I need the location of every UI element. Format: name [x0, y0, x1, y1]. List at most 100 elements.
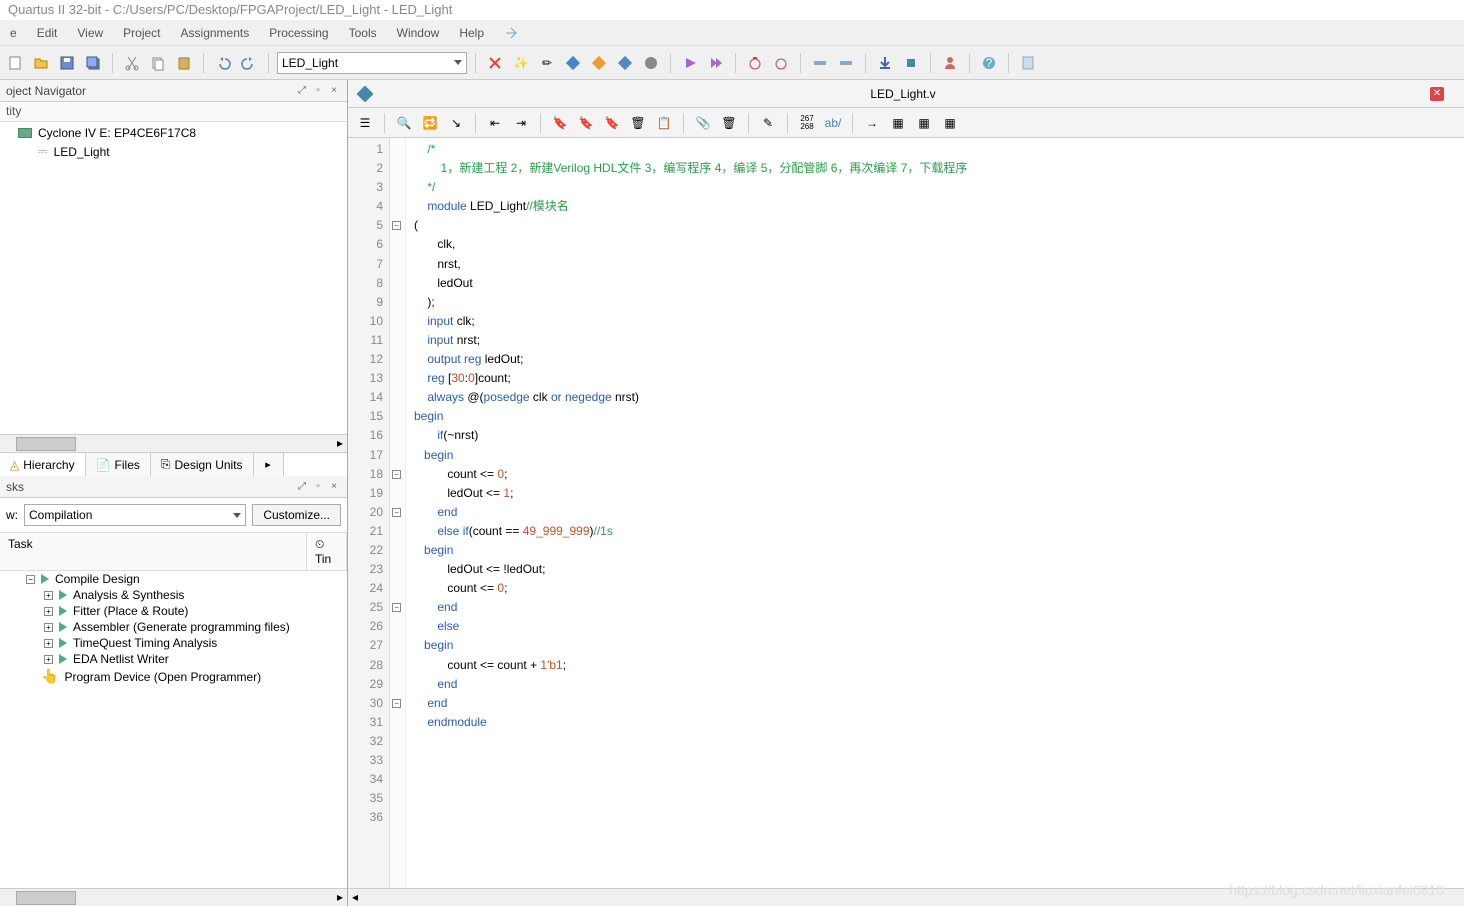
task-row[interactable]: + Fitter (Place & Route) — [0, 603, 347, 619]
find-replace-icon[interactable]: 🔁 — [419, 112, 441, 134]
pin-icon[interactable] — [809, 52, 831, 74]
help-extra-icon[interactable] — [496, 22, 526, 44]
person-icon[interactable] — [939, 52, 961, 74]
syntax-icon[interactable]: ab/ — [822, 112, 844, 134]
list-icon[interactable]: ☰ — [354, 112, 376, 134]
run-icon[interactable] — [679, 52, 701, 74]
block2-icon[interactable]: ▦ — [913, 112, 935, 134]
expand-icon[interactable]: + — [44, 607, 53, 616]
expand-icon[interactable]: − — [26, 575, 35, 584]
expand-icon[interactable]: + — [44, 639, 53, 648]
close-document-icon[interactable]: ✕ — [1430, 87, 1444, 101]
close-panel-icon[interactable]: × — [327, 84, 341, 98]
line-number-icon[interactable]: 267268 — [796, 112, 818, 134]
bookmark-icon[interactable]: 🔖 — [549, 112, 571, 134]
menu-view[interactable]: View — [69, 22, 111, 44]
undo-icon[interactable] — [212, 52, 234, 74]
analyze-icon[interactable] — [588, 52, 610, 74]
task-label: Assembler (Generate programming files) — [73, 620, 290, 634]
fold-toggle-icon[interactable]: − — [392, 603, 401, 612]
minimize-panel-icon[interactable]: ▫ — [311, 84, 325, 98]
pin2-icon[interactable] — [835, 52, 857, 74]
attach-icon[interactable]: 📎 — [692, 112, 714, 134]
pin-panel-icon[interactable]: ⤢ — [295, 480, 309, 494]
minimize-panel-icon[interactable]: ▫ — [311, 480, 325, 494]
edit-mode-icon[interactable]: ✎ — [757, 112, 779, 134]
save-icon[interactable] — [56, 52, 78, 74]
menu-processing[interactable]: Processing — [261, 22, 336, 44]
horizontal-scrollbar[interactable]: ▸ — [0, 888, 347, 906]
outdent-icon[interactable]: ⇤ — [484, 112, 506, 134]
fold-toggle-icon[interactable]: − — [392, 221, 401, 230]
design-units-tab[interactable]: ⎘Design Units — [151, 453, 254, 476]
help-icon[interactable]: ? — [978, 52, 1000, 74]
new-file-icon[interactable] — [4, 52, 26, 74]
device-node[interactable]: Cyclone IV E: EP4CE6F17C8 — [0, 124, 347, 142]
menu-project[interactable]: Project — [115, 22, 168, 44]
goto-icon[interactable]: ↘ — [445, 112, 467, 134]
expand-icon[interactable]: + — [44, 591, 53, 600]
bookmark-list-icon[interactable]: 📋 — [653, 112, 675, 134]
task-row[interactable]: −Compile Design — [0, 571, 347, 587]
entity-combo[interactable]: LED_Light — [277, 52, 467, 74]
code-content[interactable]: /* 1，新建工程 2，新建Verilog HDL文件 3，编写程序 4，编译 … — [406, 138, 1464, 888]
wand-icon[interactable]: ✨ — [510, 52, 532, 74]
hierarchy-tab[interactable]: ◬Hierarchy — [0, 453, 86, 476]
cut-icon[interactable] — [121, 52, 143, 74]
trash-icon[interactable]: 🗑 — [718, 112, 740, 134]
fit-icon[interactable] — [614, 52, 636, 74]
fold-toggle-icon[interactable]: − — [392, 699, 401, 708]
task-row[interactable]: + Assembler (Generate programming files) — [0, 619, 347, 635]
save-all-icon[interactable] — [82, 52, 104, 74]
block1-icon[interactable]: ▦ — [887, 112, 909, 134]
download-icon[interactable] — [874, 52, 896, 74]
horizontal-scrollbar[interactable]: ◂ — [348, 888, 1464, 906]
bookmark-prev-icon[interactable]: 🔖 — [601, 112, 623, 134]
document-tab[interactable]: LED_Light.v — [870, 87, 935, 101]
tool-icon[interactable] — [484, 52, 506, 74]
bookmark-clear-icon[interactable]: 🗑 — [627, 112, 649, 134]
arrow-right-icon[interactable]: → — [861, 112, 883, 134]
task-row[interactable]: +TimeQuest Timing Analysis — [0, 635, 347, 651]
menu-window[interactable]: Window — [389, 22, 448, 44]
code-editor[interactable]: 1234567891011121314151617181920212223242… — [348, 138, 1464, 888]
fold-toggle-icon[interactable]: − — [392, 508, 401, 517]
timer-icon[interactable] — [744, 52, 766, 74]
run-fast-icon[interactable] — [705, 52, 727, 74]
close-panel-icon[interactable]: × — [327, 480, 341, 494]
menu-edit[interactable]: Edit — [29, 22, 66, 44]
task-row[interactable]: +Analysis & Synthesis — [0, 587, 347, 603]
redo-icon[interactable] — [238, 52, 260, 74]
task-label: Fitter (Place & Route) — [73, 604, 188, 618]
bookmark-next-icon[interactable]: 🔖 — [575, 112, 597, 134]
more-tabs[interactable]: ▸ — [254, 453, 284, 476]
files-tab[interactable]: 📄Files — [86, 453, 151, 476]
entity-node[interactable]: ⎓LED_Light — [0, 142, 347, 161]
horizontal-scrollbar[interactable]: ▸ — [0, 434, 347, 452]
expand-icon[interactable]: + — [44, 655, 53, 664]
timer2-icon[interactable] — [770, 52, 792, 74]
indent-icon[interactable]: ⇥ — [510, 112, 532, 134]
pencil-icon[interactable]: ✏ — [536, 52, 558, 74]
block3-icon[interactable]: ▦ — [939, 112, 961, 134]
menu-e[interactable]: e — [2, 22, 25, 44]
chip-icon[interactable] — [900, 52, 922, 74]
expand-icon[interactable]: + — [44, 623, 53, 632]
menu-tools[interactable]: Tools — [341, 22, 385, 44]
task-row[interactable]: −👆Program Device (Open Programmer) — [0, 667, 347, 686]
menu-help[interactable]: Help — [451, 22, 492, 44]
menu-assignments[interactable]: Assignments — [173, 22, 258, 44]
copy-icon[interactable] — [147, 52, 169, 74]
fold-gutter[interactable]: − − − − − — [390, 138, 406, 888]
flow-combo[interactable]: Compilation — [24, 504, 246, 526]
customize-button[interactable]: Customize... — [252, 504, 341, 526]
task-row[interactable]: +EDA Netlist Writer — [0, 651, 347, 667]
find-icon[interactable]: 🔍 — [393, 112, 415, 134]
pin-panel-icon[interactable]: ⤢ — [295, 84, 309, 98]
compile-icon[interactable] — [562, 52, 584, 74]
doc-icon[interactable] — [1017, 52, 1039, 74]
open-folder-icon[interactable] — [30, 52, 52, 74]
paste-icon[interactable] — [173, 52, 195, 74]
fold-toggle-icon[interactable]: − — [392, 470, 401, 479]
stop-icon[interactable] — [640, 52, 662, 74]
